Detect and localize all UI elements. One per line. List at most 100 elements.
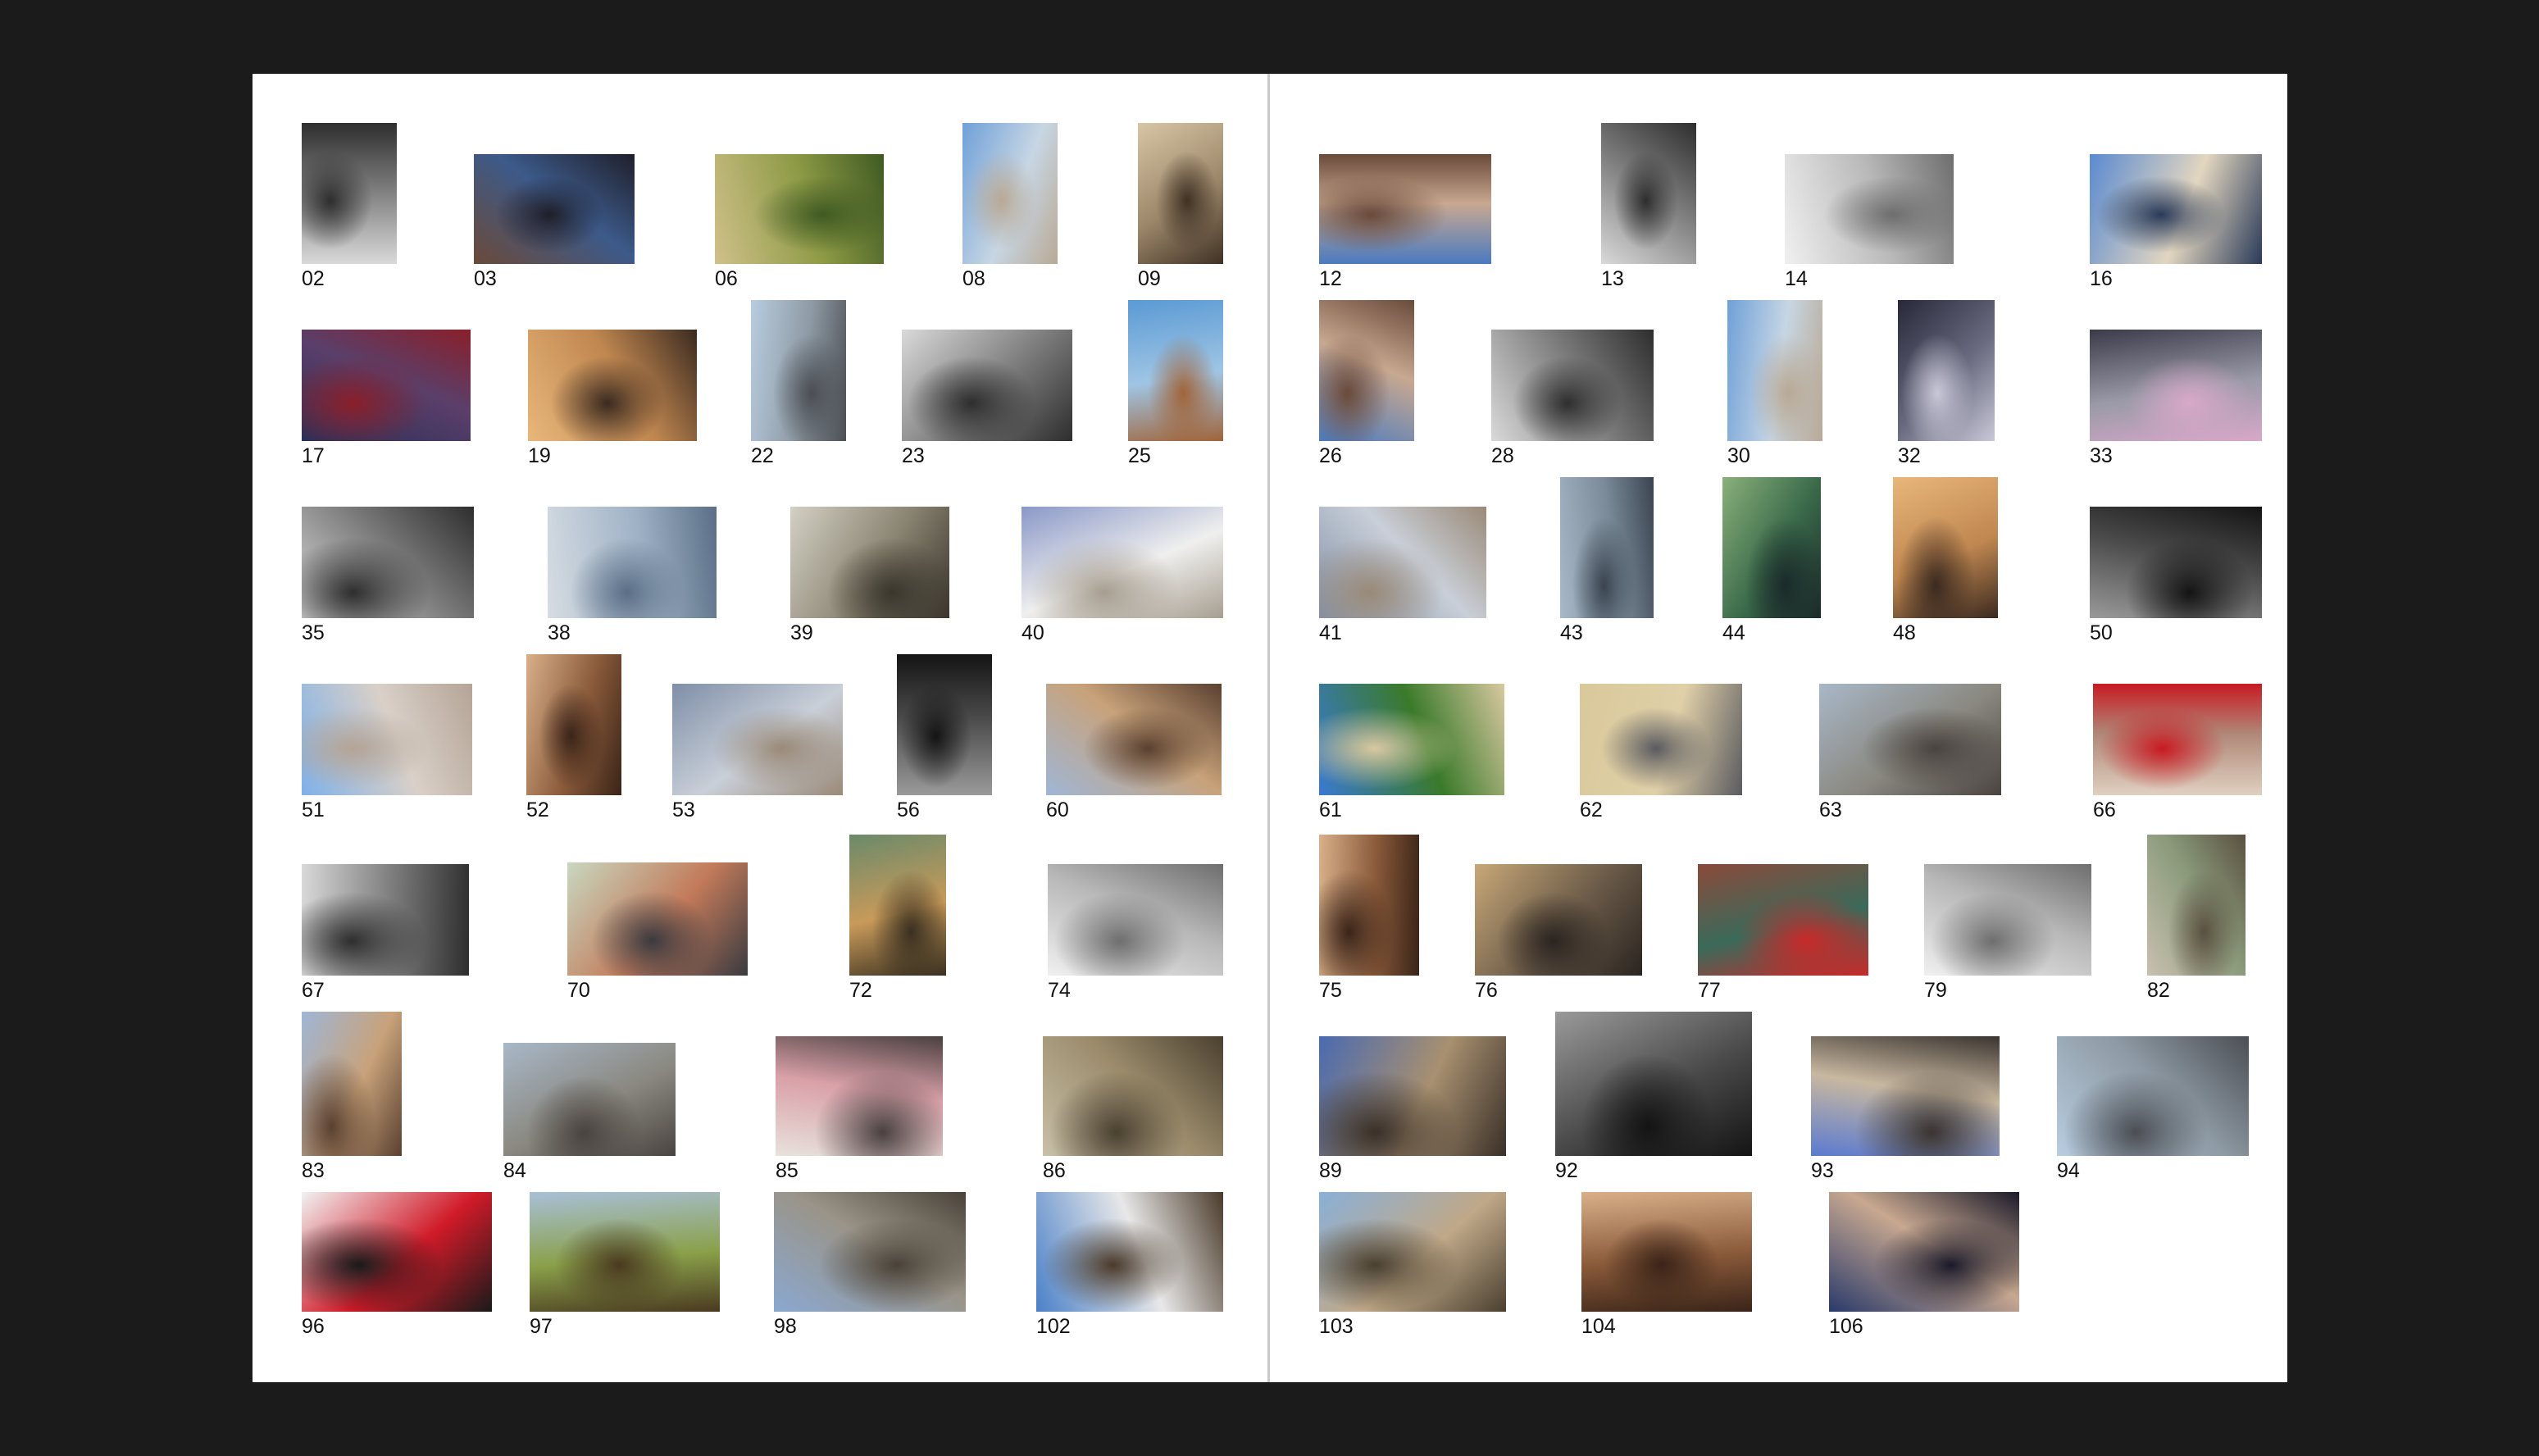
photo-number-label: 67 — [302, 979, 325, 1002]
photo-number-label: 66 — [2093, 799, 2116, 821]
photo-thumbnail-77[interactable]: 77 — [1698, 864, 1868, 1002]
photo-image — [1319, 684, 1504, 795]
photo-thumbnail-53[interactable]: 53 — [672, 684, 843, 821]
photo-thumbnail-08[interactable]: 08 — [962, 123, 1058, 290]
photo-thumbnail-26[interactable]: 26 — [1319, 300, 1414, 467]
photo-thumbnail-28[interactable]: 28 — [1491, 330, 1654, 467]
photo-thumbnail-14[interactable]: 14 — [1785, 154, 1954, 290]
photo-image — [849, 835, 946, 976]
photo-thumbnail-76[interactable]: 76 — [1475, 864, 1642, 1002]
photo-number-label: 85 — [776, 1159, 799, 1182]
photo-number-label: 72 — [849, 979, 872, 1002]
photo-image — [302, 1192, 492, 1312]
photo-thumbnail-19[interactable]: 19 — [528, 330, 697, 467]
photo-thumbnail-30[interactable]: 30 — [1727, 300, 1822, 467]
photo-number-label: 40 — [1022, 621, 1044, 644]
photo-image — [1722, 477, 1821, 618]
photo-thumbnail-22[interactable]: 22 — [751, 300, 846, 467]
photo-thumbnail-52[interactable]: 52 — [526, 654, 621, 821]
photo-number-label: 103 — [1319, 1315, 1354, 1338]
photo-image — [302, 507, 474, 618]
photo-image — [526, 654, 621, 795]
photo-thumbnail-03[interactable]: 03 — [474, 154, 635, 290]
photo-image — [1048, 864, 1223, 976]
photo-thumbnail-102[interactable]: 102 — [1036, 1192, 1223, 1338]
photo-thumbnail-06[interactable]: 06 — [715, 154, 884, 290]
photo-thumbnail-94[interactable]: 94 — [2057, 1036, 2249, 1182]
photo-thumbnail-86[interactable]: 86 — [1043, 1036, 1223, 1182]
photo-number-label: 30 — [1727, 444, 1750, 467]
photo-thumbnail-41[interactable]: 41 — [1319, 507, 1486, 644]
photo-thumbnail-79[interactable]: 79 — [1924, 864, 2091, 1002]
photo-thumbnail-33[interactable]: 33 — [2090, 330, 2262, 467]
photo-image — [1924, 864, 2091, 976]
photo-thumbnail-89[interactable]: 89 — [1319, 1036, 1506, 1182]
photo-image — [548, 507, 717, 618]
photo-thumbnail-85[interactable]: 85 — [776, 1036, 943, 1182]
photo-thumbnail-61[interactable]: 61 — [1319, 684, 1504, 821]
photo-image — [1319, 154, 1491, 264]
photo-thumbnail-02[interactable]: 02 — [302, 123, 397, 290]
photo-thumbnail-63[interactable]: 63 — [1819, 684, 2001, 821]
photo-image — [1560, 477, 1654, 618]
photo-thumbnail-82[interactable]: 82 — [2147, 835, 2246, 1002]
photo-number-label: 70 — [567, 979, 590, 1002]
photo-image — [528, 330, 697, 441]
photo-thumbnail-66[interactable]: 66 — [2093, 684, 2262, 821]
photo-thumbnail-62[interactable]: 62 — [1580, 684, 1742, 821]
photo-thumbnail-83[interactable]: 83 — [302, 1012, 402, 1182]
photo-number-label: 102 — [1036, 1315, 1071, 1338]
photo-image — [1698, 864, 1868, 976]
photo-thumbnail-93[interactable]: 93 — [1811, 1036, 2000, 1182]
photo-thumbnail-13[interactable]: 13 — [1601, 123, 1696, 290]
photo-thumbnail-96[interactable]: 96 — [302, 1192, 492, 1338]
photo-number-label: 50 — [2090, 621, 2113, 644]
photo-number-label: 13 — [1601, 267, 1624, 290]
photo-thumbnail-84[interactable]: 84 — [503, 1043, 676, 1182]
photo-thumbnail-17[interactable]: 17 — [302, 330, 471, 467]
photo-thumbnail-51[interactable]: 51 — [302, 684, 472, 821]
photo-number-label: 96 — [302, 1315, 325, 1338]
photo-thumbnail-09[interactable]: 09 — [1138, 123, 1223, 290]
photo-thumbnail-103[interactable]: 103 — [1319, 1192, 1506, 1338]
photo-thumbnail-70[interactable]: 70 — [567, 862, 748, 1002]
photo-thumbnail-16[interactable]: 16 — [2090, 154, 2262, 290]
photo-thumbnail-38[interactable]: 38 — [548, 507, 717, 644]
photo-thumbnail-75[interactable]: 75 — [1319, 835, 1419, 1002]
photo-thumbnail-106[interactable]: 106 — [1829, 1192, 2019, 1338]
photo-number-label: 32 — [1898, 444, 1921, 467]
photo-thumbnail-104[interactable]: 104 — [1581, 1192, 1752, 1338]
photo-image — [1475, 864, 1642, 976]
photo-number-label: 35 — [302, 621, 325, 644]
photo-number-label: 63 — [1819, 799, 1842, 821]
photo-thumbnail-92[interactable]: 92 — [1555, 1012, 1752, 1182]
photo-number-label: 41 — [1319, 621, 1342, 644]
photo-image — [774, 1192, 966, 1312]
photo-thumbnail-67[interactable]: 67 — [302, 864, 469, 1002]
photo-thumbnail-56[interactable]: 56 — [897, 654, 992, 821]
photo-thumbnail-12[interactable]: 12 — [1319, 154, 1491, 290]
photo-image — [1319, 507, 1486, 618]
photo-thumbnail-39[interactable]: 39 — [790, 507, 949, 644]
photo-thumbnail-74[interactable]: 74 — [1048, 864, 1223, 1002]
photo-thumbnail-32[interactable]: 32 — [1898, 300, 1995, 467]
photo-thumbnail-60[interactable]: 60 — [1046, 684, 1222, 821]
photo-image — [790, 507, 949, 618]
photo-number-label: 25 — [1128, 444, 1151, 467]
photo-thumbnail-40[interactable]: 40 — [1022, 507, 1223, 644]
photo-number-label: 89 — [1319, 1159, 1342, 1182]
photo-image — [503, 1043, 676, 1156]
photo-number-label: 75 — [1319, 979, 1342, 1002]
photo-thumbnail-50[interactable]: 50 — [2090, 507, 2262, 644]
photo-thumbnail-97[interactable]: 97 — [530, 1192, 720, 1338]
photo-thumbnail-98[interactable]: 98 — [774, 1192, 966, 1338]
photo-thumbnail-72[interactable]: 72 — [849, 835, 946, 1002]
photo-thumbnail-23[interactable]: 23 — [902, 330, 1072, 467]
photo-thumbnail-25[interactable]: 25 — [1128, 300, 1223, 467]
photo-thumbnail-43[interactable]: 43 — [1560, 477, 1654, 644]
photo-number-label: 97 — [530, 1315, 553, 1338]
photo-thumbnail-48[interactable]: 48 — [1893, 477, 1998, 644]
photo-number-label: 38 — [548, 621, 571, 644]
photo-thumbnail-44[interactable]: 44 — [1722, 477, 1821, 644]
photo-thumbnail-35[interactable]: 35 — [302, 507, 474, 644]
